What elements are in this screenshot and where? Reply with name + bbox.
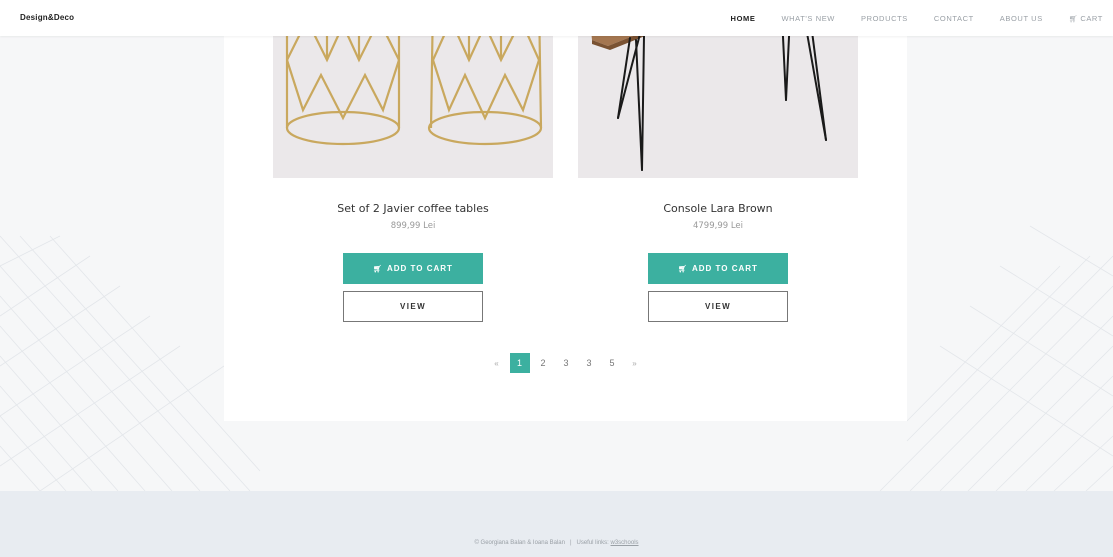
pagination-page[interactable]: 1 [509, 353, 530, 373]
nav-whats-new[interactable]: WHAT'S NEW [781, 14, 835, 23]
add-to-cart-label: ADD TO CART [386, 264, 453, 273]
product-list-card: Set of 2 Javier coffee tables 899,99 Lei… [224, 0, 907, 421]
nav-cart[interactable]: 🛒︎ CART [1069, 14, 1103, 23]
view-button[interactable]: VIEW [648, 291, 788, 322]
footer-separator: | [569, 540, 572, 546]
nav-cart-label: CART [1080, 13, 1103, 23]
pagination-page[interactable]: 2 [532, 353, 555, 373]
pagination-page[interactable]: 5 [601, 353, 624, 373]
add-to-cart-button[interactable]: 🛒︎ ADD TO CART [648, 253, 788, 284]
footer-text: © Georgiana Balan & Ioana Balan | Useful l… [0, 540, 1113, 546]
brand-logo[interactable]: Design&Deco [20, 13, 74, 22]
footer-copyright: © Georgiana Balan & Ioana Balan [474, 540, 565, 546]
footer-link-w3schools[interactable]: w3schools [611, 540, 639, 546]
pagination-page[interactable]: 3 [578, 353, 601, 373]
cart-icon: 🛒︎ [1068, 15, 1079, 23]
footer-useful-label: Useful links: [576, 540, 609, 546]
nav-contact[interactable]: CONTACT [934, 14, 974, 23]
footer [0, 491, 1113, 557]
cart-icon: 🛒︎ [373, 265, 383, 273]
pagination-page[interactable]: 3 [555, 353, 578, 373]
product-name: Console Lara Brown [663, 202, 773, 215]
view-button[interactable]: VIEW [343, 291, 483, 322]
pagination-prev[interactable]: « [486, 353, 508, 373]
top-navbar: Design&Deco HOME WHAT'S NEW PRODUCTS CON… [0, 0, 1113, 36]
nav-home[interactable]: HOME [731, 14, 756, 23]
pagination: « 1 2 3 3 5 » [224, 353, 907, 373]
nav-about-us[interactable]: ABOUT US [1000, 14, 1043, 23]
add-to-cart-button[interactable]: 🛒︎ ADD TO CART [343, 253, 483, 284]
product-name: Set of 2 Javier coffee tables [337, 202, 489, 215]
pagination-next[interactable]: » [624, 353, 646, 373]
product-price: 4799,99 Lei [692, 221, 744, 231]
nav-products[interactable]: PRODUCTS [861, 14, 908, 23]
nav-links: HOME WHAT'S NEW PRODUCTS CONTACT ABOUT U… [705, 0, 1103, 36]
add-to-cart-label: ADD TO CART [691, 264, 758, 273]
product-price: 899,99 Lei [390, 221, 436, 231]
cart-icon: 🛒︎ [678, 265, 688, 273]
